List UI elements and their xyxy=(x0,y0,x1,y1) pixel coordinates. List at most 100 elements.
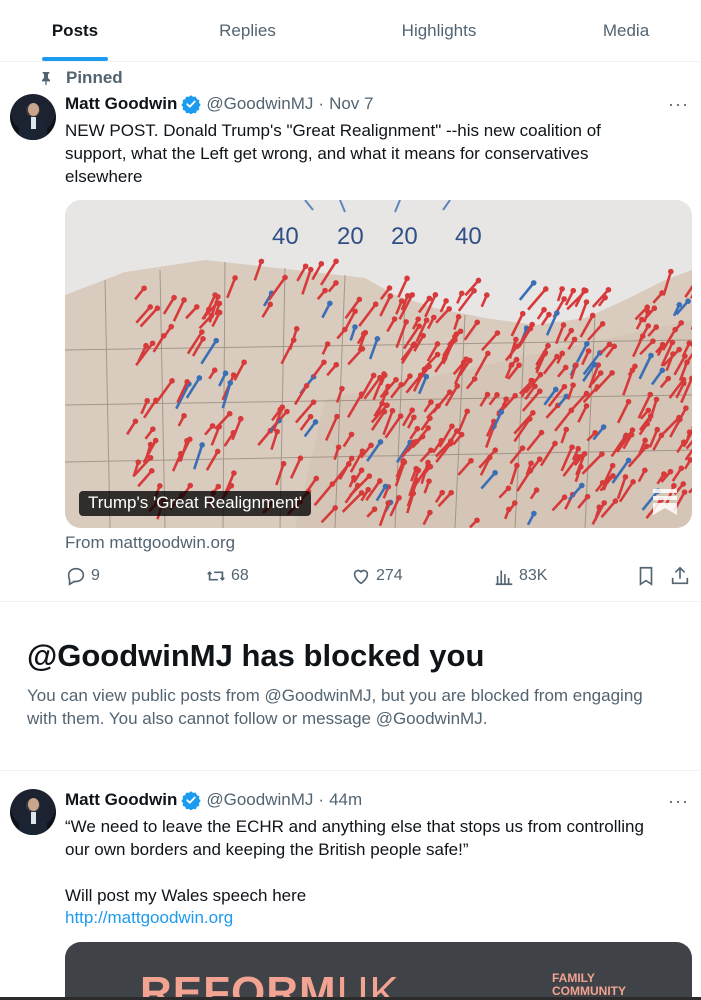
tweet-media-image[interactable]: REFORMUK FAMILY COMMUNITY xyxy=(65,942,692,1000)
map-arrow-head xyxy=(359,346,366,352)
map-arrow-head xyxy=(416,323,422,329)
repost-button[interactable]: 68 xyxy=(205,565,249,587)
map-arrow-head xyxy=(601,500,607,506)
map-arrow-head xyxy=(645,323,652,329)
card-title: Trump's 'Great Realignment' xyxy=(79,491,312,516)
map-arrow-head xyxy=(352,308,358,315)
map-arrow-head xyxy=(559,350,566,357)
map-arrow-head xyxy=(570,287,577,294)
avatar[interactable] xyxy=(10,94,56,140)
map-arrow-head xyxy=(645,309,651,315)
author-name[interactable]: Matt Goodwin xyxy=(65,94,177,114)
map-arrow-head xyxy=(536,456,543,462)
card-map-image: 40 20 20 40 xyxy=(65,200,692,528)
map-arrow-head xyxy=(365,486,371,493)
views-icon xyxy=(495,570,513,586)
map-arrow-head xyxy=(333,361,340,368)
map-arrow-head xyxy=(321,359,327,366)
verified-badge-icon[interactable] xyxy=(181,94,202,114)
map-arrow-head xyxy=(498,409,505,415)
map-arrow-head xyxy=(611,343,618,350)
map-arrow-head xyxy=(335,444,342,451)
pinned-tweet[interactable]: Matt Goodwin @GoodwinMJ · Nov 7 ··· NEW … xyxy=(0,0,701,600)
map-arrow-head xyxy=(561,494,568,500)
link-card[interactable]: 40 20 20 40 Trump's 'Great Realignment' xyxy=(65,200,692,528)
map-arrow-head xyxy=(400,459,406,465)
map-arrow-head xyxy=(381,372,388,379)
more-icon[interactable]: ··· xyxy=(668,94,689,115)
map-arrow-head xyxy=(387,293,394,299)
like-button[interactable]: 274 xyxy=(350,565,403,587)
map-arrow-head xyxy=(678,320,685,326)
map-arrow-head xyxy=(307,266,314,273)
reply-count: 9 xyxy=(91,567,100,584)
tweet-timestamp[interactable]: Nov 7 xyxy=(329,94,373,114)
verified-badge-icon[interactable] xyxy=(181,790,202,810)
map-arrow-head xyxy=(214,448,221,455)
map-arrow-head xyxy=(667,468,674,475)
map-arrow-head xyxy=(409,407,415,413)
map-arrow-head xyxy=(147,304,154,310)
blocked-description: You can view public posts from @GoodwinM… xyxy=(27,686,643,728)
card-source[interactable]: From mattgoodwin.org xyxy=(65,533,235,553)
map-arrow-head xyxy=(423,373,430,380)
avatar[interactable] xyxy=(10,789,56,835)
map-arrow-head xyxy=(542,349,549,356)
map-arrow-head xyxy=(354,482,361,489)
map-arrow-head xyxy=(307,413,314,420)
author-name[interactable]: Matt Goodwin xyxy=(65,790,177,810)
map-arrow-head xyxy=(474,319,481,326)
map-arrow-head xyxy=(267,301,274,308)
views-button[interactable]: 83K xyxy=(493,565,547,587)
card-article-icon xyxy=(653,489,677,515)
map-arrow-head xyxy=(625,398,632,405)
map-arrow-head xyxy=(651,305,658,312)
bookmark-icon xyxy=(639,566,653,586)
map-arrow-head xyxy=(318,260,325,267)
map-arrow-head xyxy=(583,403,590,409)
map-arrow-head xyxy=(231,470,237,476)
map-arrow-head xyxy=(208,312,215,319)
map-arrow-head xyxy=(391,316,398,322)
map-arrow-head xyxy=(454,383,461,389)
tweet-timestamp[interactable]: 44m xyxy=(329,790,362,810)
bookmark-button[interactable] xyxy=(635,565,661,587)
map-arrow-head xyxy=(407,373,413,379)
reply-button[interactable]: 9 xyxy=(65,565,100,587)
map-arrow-head xyxy=(168,323,175,330)
map-arrow-head xyxy=(516,362,522,368)
map-arrow-head xyxy=(661,471,667,477)
share-button[interactable] xyxy=(669,565,695,587)
share-icon xyxy=(671,566,689,585)
map-arrow-head xyxy=(653,396,660,403)
map-arrow-head xyxy=(658,432,665,439)
map-arrow-head xyxy=(434,351,441,358)
map-arrow-head xyxy=(372,301,379,308)
map-arrow-head xyxy=(672,326,679,333)
map-arrow-head xyxy=(366,473,373,479)
map-arrow-head xyxy=(187,482,194,489)
tweet-header: Matt Goodwin @GoodwinMJ · 44m xyxy=(65,790,362,810)
map-arrow-head xyxy=(196,375,203,381)
map-arrow-head xyxy=(411,414,417,421)
map-arrow-head xyxy=(660,342,666,349)
more-icon[interactable]: ··· xyxy=(668,791,689,812)
map-arrow-head xyxy=(149,340,156,347)
map-arrow-head xyxy=(438,437,445,444)
map-arrow-head xyxy=(546,311,552,318)
map-arrow-head xyxy=(622,474,629,480)
map-arrow-head xyxy=(449,423,455,430)
map-arrow-head xyxy=(184,379,190,385)
map-arrow-head xyxy=(425,459,431,466)
banner-text: REFORMUK xyxy=(140,968,400,1000)
map-arrow-head xyxy=(443,298,449,304)
map-arrow-head xyxy=(597,370,604,376)
map-arrow-head xyxy=(428,399,434,405)
map-arrow-head xyxy=(327,300,333,307)
author-handle[interactable]: @GoodwinMJ xyxy=(206,94,313,114)
map-arrow-head xyxy=(352,324,358,330)
author-handle[interactable]: @GoodwinMJ xyxy=(206,790,313,810)
map-arrow-head xyxy=(647,391,654,398)
tweet-link[interactable]: http://mattgoodwin.org xyxy=(65,906,665,929)
map-arrow-head xyxy=(282,274,288,281)
